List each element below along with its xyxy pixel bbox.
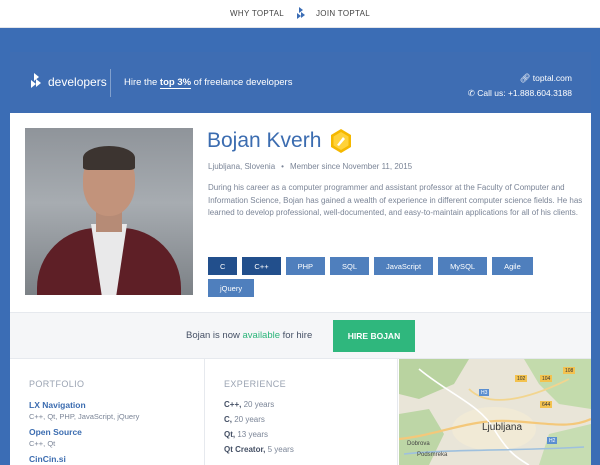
hire-button[interactable]: HIRE BOJAN: [333, 320, 415, 352]
experience-title: EXPERIENCE: [224, 379, 287, 389]
skill-tags: C C++ PHP SQL JavaScript MySQL Agile jQu…: [208, 257, 568, 297]
experience-item: C, 20 years: [224, 415, 265, 424]
card-header: developers Hire the top 3% of freelance …: [10, 52, 591, 113]
why-toptal-link[interactable]: WHY TOPTAL: [230, 9, 284, 18]
header-tagline: Hire the top 3% of freelance developers: [124, 77, 293, 89]
header-contact: 🔗︎ toptal.com ✆ Call us: +1.888.604.3188: [468, 71, 572, 101]
portfolio-title: PORTFOLIO: [29, 379, 85, 389]
map-road-label: H2: [549, 438, 556, 444]
tagline-highlight: top 3%: [159, 77, 192, 89]
header-divider: [110, 69, 111, 97]
skill-tag[interactable]: SQL: [330, 257, 370, 275]
map-road-label: H3: [481, 390, 488, 396]
availability-status: available: [242, 330, 281, 341]
map-label: Podsmreka: [417, 452, 448, 458]
profile-location: Ljubljana, Slovenia: [208, 162, 276, 171]
map-road-label: 104: [542, 376, 551, 382]
profile-meta: Ljubljana, Slovenia • Member since Novembe…: [208, 162, 413, 171]
portfolio-item-title[interactable]: Open Source: [29, 427, 204, 437]
portfolio-section: PORTFOLIO LX Navigation C++, Qt, PHP, Ja…: [10, 359, 205, 465]
verified-badge-icon: [331, 129, 352, 153]
experience-item: Qt, 13 years: [224, 430, 269, 439]
skill-tag[interactable]: C: [208, 257, 238, 275]
portfolio-item[interactable]: LX Navigation C++, Qt, PHP, JavaScript, …: [29, 400, 204, 421]
member-since: Member since November 11, 2015: [289, 162, 413, 171]
map-city-label: Ljubljana: [482, 422, 523, 433]
profile-name-row: Bojan Kverh: [207, 129, 353, 153]
profile-photo: [25, 128, 193, 295]
map-road-label: 108: [565, 368, 574, 374]
portfolio-item[interactable]: CinCin.si: [29, 454, 204, 464]
map-road-label: 644: [542, 402, 551, 408]
skill-tag[interactable]: C++: [242, 257, 281, 275]
portfolio-item-desc: C++, Qt, PHP, JavaScript, jQuery: [29, 412, 140, 421]
skill-tag[interactable]: Agile: [492, 257, 533, 275]
availability-bar: Bojan is now available for hire HIRE BOJ…: [10, 312, 591, 359]
toptal-logo-icon[interactable]: [294, 6, 306, 21]
portfolio-item-title[interactable]: LX Navigation: [29, 400, 204, 410]
portfolio-item[interactable]: Open Source C++, Qt: [29, 427, 204, 448]
experience-item: Qt Creator, 5 years: [224, 445, 294, 454]
portfolio-item-desc: C++, Qt: [29, 439, 56, 448]
skill-tag[interactable]: JavaScript: [374, 257, 434, 275]
phone-icon: ✆: [467, 88, 475, 98]
skill-tag[interactable]: PHP: [285, 257, 326, 275]
brand-label: developers: [48, 74, 107, 89]
phone-link[interactable]: Call us: +1.888.604.3188: [477, 88, 572, 98]
map-road-label: 102: [517, 376, 526, 382]
profile-card: developers Hire the top 3% of freelance …: [10, 52, 591, 465]
location-map[interactable]: Ljubljana Dobrova Podsmreka 102 104 108 …: [399, 359, 591, 465]
top-nav: WHY TOPTAL JOIN TOPTAL: [0, 0, 600, 28]
experience-item: C++, 20 years: [224, 400, 275, 409]
profile-name: Bojan Kverh: [207, 129, 322, 152]
brand[interactable]: developers: [28, 73, 107, 90]
availability-text: Bojan is now available for hire: [186, 330, 313, 341]
map-label: Dobrova: [407, 441, 430, 447]
link-icon: 🔗︎: [519, 73, 531, 83]
join-toptal-link[interactable]: JOIN TOPTAL: [316, 9, 370, 18]
map-graphic: [399, 359, 591, 465]
skill-tag[interactable]: MySQL: [438, 257, 488, 275]
profile-bio: During his career as a computer programm…: [208, 183, 583, 217]
skill-tag[interactable]: jQuery: [208, 279, 255, 297]
experience-section: EXPERIENCE C++, 20 years C, 20 years Qt,…: [206, 359, 398, 465]
toptal-logo-icon: [31, 73, 41, 88]
site-link[interactable]: toptal.com: [533, 73, 572, 83]
portfolio-item-title[interactable]: CinCin.si: [29, 454, 204, 464]
